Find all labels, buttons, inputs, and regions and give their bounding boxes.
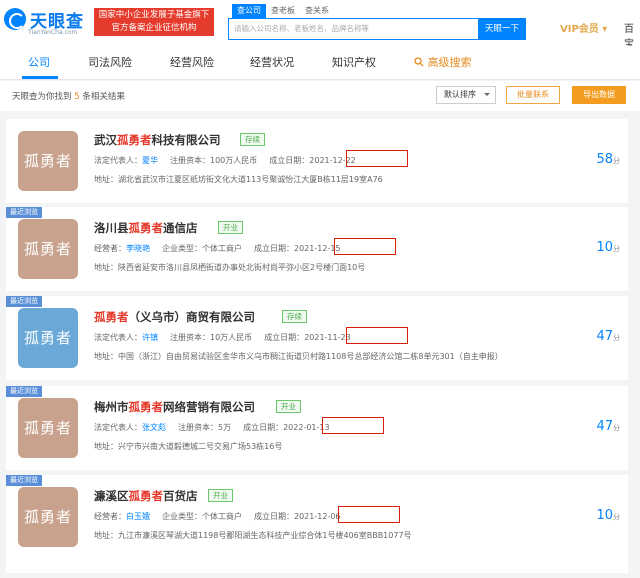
legal-rep-link[interactable]: 白玉娥	[126, 512, 150, 521]
tab-operating-risk[interactable]: 经营风险	[170, 46, 214, 80]
date-highlight-box	[334, 238, 396, 255]
company-avatar[interactable]: 孤勇者	[18, 308, 78, 368]
company-score: 10分	[596, 508, 620, 523]
status-badge: 开业	[218, 221, 243, 234]
company-address: 地址：陕西省延安市洛川县凤栖街道办事处北街村尚平弥小区2号楼门面10号	[94, 263, 366, 272]
recent-viewed-tag: 最近浏览	[6, 207, 42, 218]
date-highlight-box	[346, 327, 408, 344]
tab-operating-status[interactable]: 经营状况	[250, 46, 294, 80]
company-avatar[interactable]: 孤勇者	[18, 131, 78, 191]
advanced-search-link[interactable]: 高级搜索	[414, 46, 472, 80]
company-address: 地址：九江市濂溪区琴湖大道1198号鄱阳湖生态科技产业综合体1号楼406室BBB…	[94, 531, 412, 540]
legal-rep-link[interactable]: 夏华	[142, 156, 158, 165]
search-input[interactable]: 请输入公司名称、老板姓名、品牌名称等	[228, 18, 478, 40]
gov-badge[interactable]: 国家中小企业发展子基金旗下 官方备案企业征信机构	[94, 8, 214, 36]
company-info-line: 经营者：李晓艳 企业类型：个体工商户 成立日期：2021-12-15	[94, 244, 341, 253]
status-badge: 开业	[276, 400, 301, 413]
tab-judicial-risk[interactable]: 司法风险	[88, 46, 132, 80]
legal-rep-link[interactable]: 李晓艳	[126, 244, 150, 253]
founded-date: 2021-12-06	[294, 512, 341, 521]
company-card[interactable]: 孤勇者 武汉孤勇者科技有限公司 存续法定代表人：夏华 注册资本：100万人民币 成立日期…	[6, 119, 628, 203]
sort-dropdown[interactable]: 默认排序	[436, 86, 496, 104]
legal-rep-link[interactable]: 许镇	[142, 333, 158, 342]
search-type-tabs: 查公司 查老板 查关系	[232, 4, 334, 18]
company-score: 47分	[596, 419, 620, 434]
search-tab-company[interactable]: 查公司	[232, 4, 266, 18]
search-tab-boss[interactable]: 查老板	[266, 4, 300, 18]
company-score: 47分	[596, 329, 620, 344]
logo-eye-icon	[4, 8, 26, 30]
company-score: 10分	[596, 240, 620, 255]
company-info-line: 经营者：白玉娥 企业类型：个体工商户 成立日期：2021-12-06	[94, 512, 341, 521]
company-name-link[interactable]: 濂溪区孤勇者百货店	[94, 488, 198, 504]
export-data-button[interactable]: 导出数据	[572, 86, 626, 104]
company-name-link[interactable]: 孤勇者（义乌市）商贸有限公司	[94, 309, 255, 325]
company-score: 58分	[596, 152, 620, 167]
batch-contact-button[interactable]: 批量联系	[506, 86, 560, 104]
recent-viewed-tag: 最近浏览	[6, 386, 42, 397]
company-address: 地址：湖北省武汉市江夏区纸坊街文化大道113号聚诚怡江大厦B栋11层19室A76	[94, 175, 383, 184]
company-info-line: 法定代表人：张文彪 注册资本：5万 成立日期：2022-01-13	[94, 423, 330, 432]
status-badge: 存续	[240, 133, 265, 146]
advanced-search-label: 高级搜索	[427, 56, 472, 69]
top-header: 天眼查 TianYanCha.com 国家中小企业发展子基金旗下 官方备案企业征…	[0, 0, 640, 50]
tab-company[interactable]: 公司	[28, 46, 50, 80]
company-avatar[interactable]: 孤勇者	[18, 487, 78, 547]
company-name-link[interactable]: 武汉孤勇者科技有限公司	[94, 132, 221, 148]
company-avatar[interactable]: 孤勇者	[18, 398, 78, 458]
company-card[interactable]: 最近浏览 孤勇者 濂溪区孤勇者百货店 开业经营者：白玉娥 企业类型：个体工商户 成立日期：…	[6, 475, 628, 573]
company-card[interactable]: 最近浏览 孤勇者 梅州市孤勇者网络营销有限公司 开业法定代表人：张文彪 注册资本：5万成…	[6, 386, 628, 470]
legal-rep-link[interactable]: 张文彪	[142, 423, 166, 432]
result-count-text: 天眼查为你找到 5 条相关结果	[12, 92, 125, 102]
tab-active-indicator	[22, 76, 58, 79]
founded-date: 2021-11-23	[304, 333, 351, 342]
search-icon	[414, 57, 424, 67]
company-address: 地址：兴宁市兴南大道毅德城二号交易广场53栋16号	[94, 442, 283, 451]
date-highlight-box	[346, 150, 408, 167]
date-highlight-box	[322, 417, 384, 434]
company-info-line: 法定代表人：夏华 注册资本：100万人民币 成立日期：2021-12-22	[94, 156, 356, 165]
recent-viewed-tag: 最近浏览	[6, 296, 42, 307]
gov-badge-line1: 国家中小企业发展子基金旗下	[98, 10, 210, 20]
gov-badge-line2: 官方备案企业征信机构	[111, 23, 197, 33]
search-tab-relation[interactable]: 查关系	[300, 4, 334, 18]
company-name-link[interactable]: 洛川县孤勇者通信店	[94, 220, 198, 236]
tab-ip[interactable]: 知识产权	[332, 46, 376, 80]
logo-domain: TianYanCha.com	[28, 29, 78, 36]
company-card[interactable]: 最近浏览 孤勇者 洛川县孤勇者通信店 开业经营者：李晓艳 企业类型：个体工商户 成立日期：…	[6, 207, 628, 291]
company-address: 地址：中国（浙江）自由贸易试验区金华市义乌市稠江街道贝村路1108号总部经济公馆…	[94, 352, 503, 361]
category-nav: 公司 司法风险 经营风险 经营状况 知识产权 高级搜索	[0, 46, 640, 80]
company-name-link[interactable]: 梅州市孤勇者网络营销有限公司	[94, 399, 255, 415]
company-card[interactable]: 最近浏览 孤勇者 孤勇者（义乌市）商贸有限公司 存续法定代表人：许镇 注册资本：10万人…	[6, 296, 628, 380]
company-info-line: 法定代表人：许镇 注册资本：10万人民币 成立日期：2021-11-23	[94, 333, 351, 342]
status-badge: 开业	[208, 489, 233, 502]
recent-viewed-tag: 最近浏览	[6, 475, 42, 486]
company-avatar[interactable]: 孤勇者	[18, 219, 78, 279]
vip-menu[interactable]: VIP会员 ▾	[560, 20, 607, 35]
tianyancha-logo[interactable]: 天眼查 TianYanCha.com	[4, 5, 92, 39]
status-badge: 存续	[282, 310, 307, 323]
search-button[interactable]: 天眼一下	[478, 18, 526, 40]
date-highlight-box	[338, 506, 400, 523]
